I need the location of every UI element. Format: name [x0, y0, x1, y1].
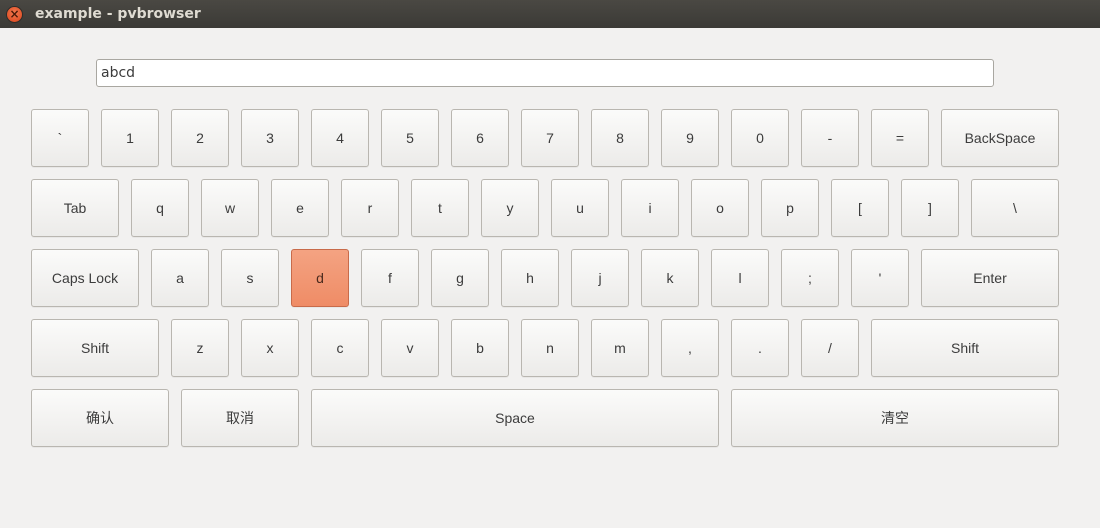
- key-enter[interactable]: Enter: [921, 249, 1059, 307]
- key-7[interactable]: 7: [521, 109, 579, 167]
- key-g[interactable]: g: [431, 249, 489, 307]
- key-m[interactable]: m: [591, 319, 649, 377]
- key-z[interactable]: z: [171, 319, 229, 377]
- key-b[interactable]: b: [451, 319, 509, 377]
- key-p[interactable]: p: [761, 179, 819, 237]
- key-x[interactable]: x: [241, 319, 299, 377]
- key-y[interactable]: y: [481, 179, 539, 237]
- confirm-button[interactable]: 确认: [31, 389, 169, 447]
- key-d[interactable]: d: [291, 249, 349, 307]
- key-s[interactable]: s: [221, 249, 279, 307]
- key-8[interactable]: 8: [591, 109, 649, 167]
- key-period[interactable]: .: [731, 319, 789, 377]
- key-backtick[interactable]: `: [31, 109, 89, 167]
- key-v[interactable]: v: [381, 319, 439, 377]
- key-i[interactable]: i: [621, 179, 679, 237]
- key-equals[interactable]: =: [871, 109, 929, 167]
- key-2[interactable]: 2: [171, 109, 229, 167]
- key-r[interactable]: r: [341, 179, 399, 237]
- key-shift-right[interactable]: Shift: [871, 319, 1059, 377]
- key-caps-lock[interactable]: Caps Lock: [31, 249, 139, 307]
- cancel-button[interactable]: 取消: [181, 389, 299, 447]
- key-4[interactable]: 4: [311, 109, 369, 167]
- window-title: example - pvbrowser: [35, 6, 201, 22]
- key-f[interactable]: f: [361, 249, 419, 307]
- key-3[interactable]: 3: [241, 109, 299, 167]
- key-q[interactable]: q: [131, 179, 189, 237]
- key-tab[interactable]: Tab: [31, 179, 119, 237]
- key-6[interactable]: 6: [451, 109, 509, 167]
- key-right-bracket[interactable]: ]: [901, 179, 959, 237]
- key-l[interactable]: l: [711, 249, 769, 307]
- key-u[interactable]: u: [551, 179, 609, 237]
- key-minus[interactable]: -: [801, 109, 859, 167]
- key-n[interactable]: n: [521, 319, 579, 377]
- key-space[interactable]: Space: [311, 389, 719, 447]
- key-w[interactable]: w: [201, 179, 259, 237]
- key-1[interactable]: 1: [101, 109, 159, 167]
- key-backspace[interactable]: BackSpace: [941, 109, 1059, 167]
- key-5[interactable]: 5: [381, 109, 439, 167]
- clear-button[interactable]: 清空: [731, 389, 1059, 447]
- key-apostrophe[interactable]: ': [851, 249, 909, 307]
- key-c[interactable]: c: [311, 319, 369, 377]
- key-k[interactable]: k: [641, 249, 699, 307]
- title-bar: × example - pvbrowser: [0, 0, 1100, 28]
- key-slash[interactable]: /: [801, 319, 859, 377]
- key-9[interactable]: 9: [661, 109, 719, 167]
- text-input[interactable]: [96, 59, 994, 87]
- close-icon[interactable]: ×: [7, 7, 22, 22]
- key-backslash[interactable]: \: [971, 179, 1059, 237]
- key-left-bracket[interactable]: [: [831, 179, 889, 237]
- key-j[interactable]: j: [571, 249, 629, 307]
- key-comma[interactable]: ,: [661, 319, 719, 377]
- key-h[interactable]: h: [501, 249, 559, 307]
- key-a[interactable]: a: [151, 249, 209, 307]
- key-o[interactable]: o: [691, 179, 749, 237]
- key-t[interactable]: t: [411, 179, 469, 237]
- key-0[interactable]: 0: [731, 109, 789, 167]
- key-shift-left[interactable]: Shift: [31, 319, 159, 377]
- key-semicolon[interactable]: ;: [781, 249, 839, 307]
- key-e[interactable]: e: [271, 179, 329, 237]
